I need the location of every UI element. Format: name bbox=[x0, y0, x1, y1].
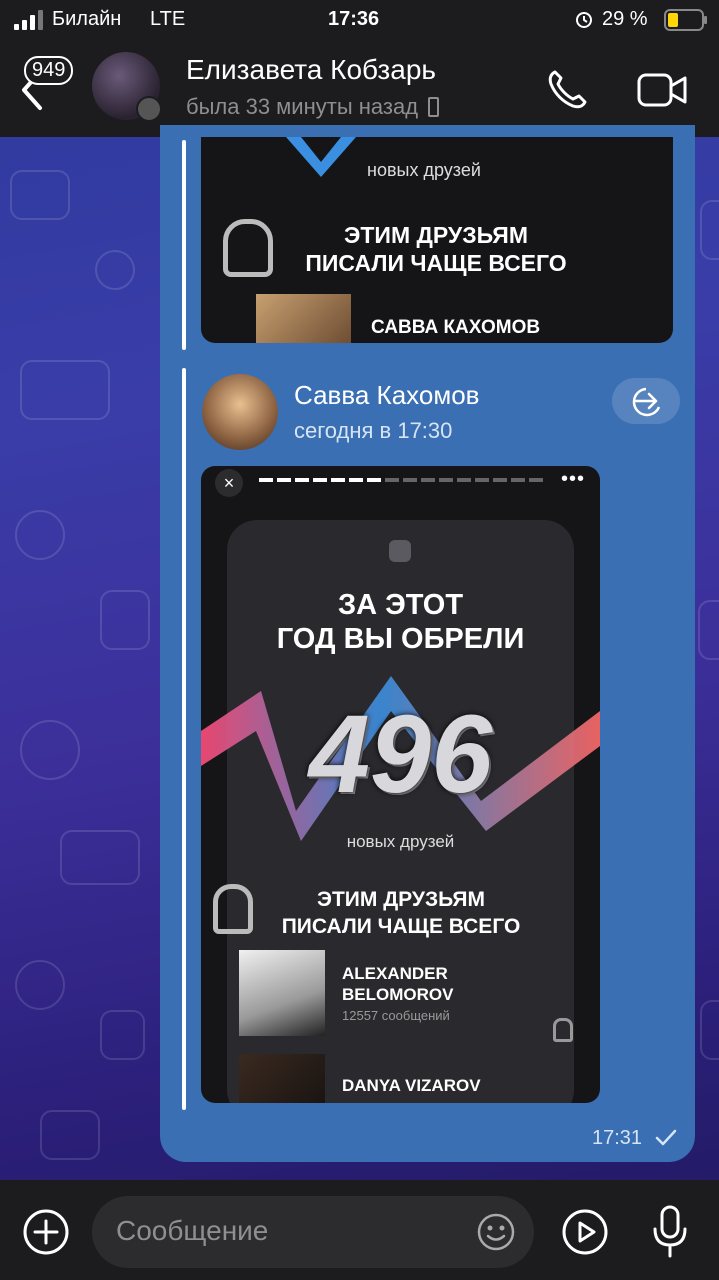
story-heading-line: ПИСАЛИ ЧАЩЕ ВСЕГО bbox=[305, 250, 567, 276]
emoji-icon[interactable] bbox=[476, 1212, 516, 1252]
forward-button[interactable] bbox=[612, 378, 680, 424]
story-heading-line: ПИСАЛИ ЧАЩЕ ВСЕГО bbox=[281, 915, 521, 938]
message-time: 17:31 bbox=[592, 1127, 643, 1149]
forward-quote-line bbox=[182, 140, 186, 350]
network-label: LTE bbox=[150, 8, 186, 30]
friend-name: САВВА КАХОМОВ bbox=[371, 317, 541, 338]
friends-caption: новых друзей bbox=[367, 160, 481, 180]
story-more-icon[interactable]: ••• bbox=[561, 468, 585, 491]
friends-caption: новых друзей bbox=[346, 832, 455, 851]
story-heading: ЭТИМ ДРУЗЬЯМ ПИСАЛИ ЧАЩЕ ВСЕГО bbox=[291, 221, 581, 277]
vk-logo-icon bbox=[389, 540, 411, 562]
back-button[interactable]: 949 bbox=[18, 54, 82, 110]
medal-icon bbox=[553, 1018, 573, 1042]
forward-date: сегодня в 17:30 bbox=[294, 418, 453, 443]
story-heading: ЭТИМ ДРУЗЬЯМ ПИСАЛИ ЧАЩЕ ВСЕГО bbox=[261, 886, 541, 940]
friend-name: DANYA VIZAROV bbox=[342, 1076, 481, 1095]
unread-count-badge: 949 bbox=[24, 56, 74, 85]
contact-name[interactable]: Елизавета Кобзарь bbox=[186, 54, 436, 86]
message-input[interactable]: Сообщение bbox=[92, 1196, 534, 1268]
story-preview-top[interactable]: новых друзей ЭТИМ ДРУЗЬЯМ ПИСАЛИ ЧАЩЕ ВС… bbox=[201, 137, 673, 343]
chat-header: 949 Елизавета Кобзарь была 33 минуты наз… bbox=[0, 40, 719, 137]
forward-icon bbox=[632, 387, 661, 417]
friend-photo bbox=[256, 294, 351, 343]
last-seen-status: была 33 минуты назад bbox=[186, 94, 419, 119]
phone-icon[interactable] bbox=[545, 66, 591, 112]
attach-icon[interactable] bbox=[22, 1208, 70, 1256]
last-seen-row: была 33 минуты назад bbox=[186, 94, 440, 120]
carrier-label: Билайн bbox=[52, 8, 122, 30]
check-icon bbox=[655, 1129, 677, 1146]
friend-photo bbox=[239, 1054, 325, 1103]
friend-name: ALEXANDER BELOMOROV bbox=[342, 963, 453, 1005]
friends-count: 496 bbox=[308, 693, 493, 816]
friend-photo bbox=[239, 950, 325, 1036]
trophy-icon bbox=[213, 884, 253, 934]
alarm-icon bbox=[576, 12, 592, 28]
story-title-line: ГОД ВЫ ОБРЕЛИ bbox=[276, 623, 525, 655]
friend-name-line: ALEXANDER bbox=[342, 964, 448, 983]
device-icon bbox=[428, 97, 440, 117]
zigzag-graphic bbox=[286, 137, 356, 177]
friend-name-line: BELOMOROV bbox=[342, 985, 454, 1004]
status-bar: Билайн LTE 17:36 29 % bbox=[0, 0, 719, 40]
message-composer: Сообщение bbox=[0, 1180, 719, 1280]
story-heading-line: ЭТИМ ДРУЗЬЯМ bbox=[317, 888, 485, 911]
story-screenshot[interactable]: × ••• ЗА ЭТОТ ГОД ВЫ ОБРЕЛИ 496 новых др… bbox=[201, 466, 600, 1103]
story-progress-done bbox=[259, 478, 381, 482]
story-close-icon[interactable]: × bbox=[215, 469, 243, 497]
verified-badge bbox=[136, 96, 162, 122]
battery-percent: 29 % bbox=[602, 8, 648, 30]
story-heading-line: ЭТИМ ДРУЗЬЯМ bbox=[344, 222, 528, 248]
story-title-line: ЗА ЭТОТ bbox=[337, 589, 464, 621]
video-icon[interactable] bbox=[636, 70, 688, 110]
story-title: ЗА ЭТОТ ГОД ВЫ ОБРЕЛИ bbox=[227, 588, 574, 656]
forward-sender-name[interactable]: Савва Кахомов bbox=[294, 380, 479, 411]
status-time: 17:36 bbox=[328, 8, 380, 30]
video-message-icon[interactable] bbox=[561, 1208, 609, 1256]
mic-icon[interactable] bbox=[650, 1204, 690, 1260]
signal-icon bbox=[14, 10, 43, 30]
avatar[interactable] bbox=[92, 52, 162, 122]
message-placeholder: Сообщение bbox=[116, 1215, 269, 1246]
battery-icon bbox=[664, 9, 707, 31]
forward-quote-line bbox=[182, 368, 186, 1110]
trophy-icon bbox=[223, 219, 273, 277]
forward-avatar[interactable] bbox=[202, 374, 278, 450]
friend-messages: 12557 сообщений bbox=[342, 1008, 450, 1023]
